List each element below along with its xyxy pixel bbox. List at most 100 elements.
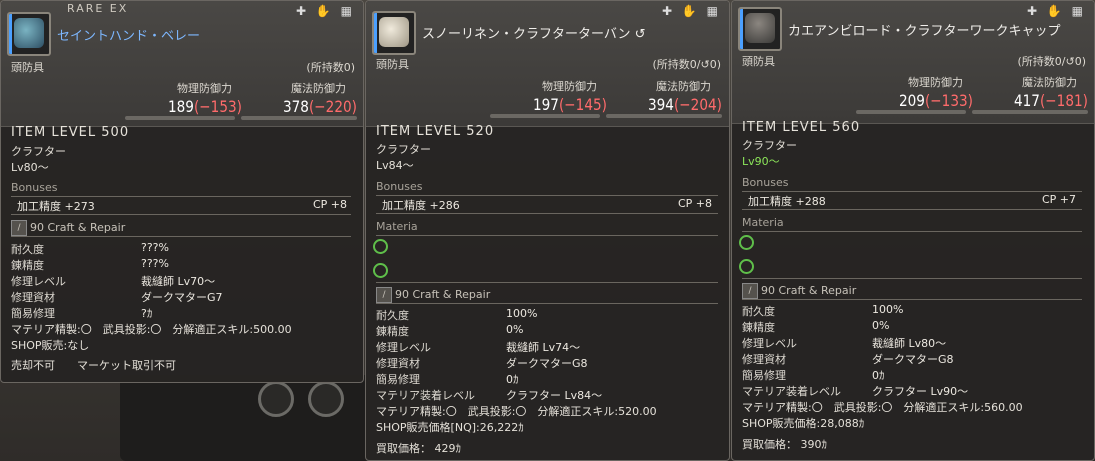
needle-icon: / (11, 220, 27, 236)
quick-repair-label: 簡易修理 (742, 369, 786, 382)
item-icon (7, 12, 51, 56)
materia-slot-icon[interactable] (373, 239, 388, 254)
materia-level-label: マテリア装着レベル (742, 385, 841, 398)
materia-level-label: マテリア装着レベル (376, 389, 475, 402)
job-label: クラフター (376, 143, 431, 156)
repair-material-value: ダークマターG7 (141, 291, 223, 304)
shop-price: SHOP販売価格[NQ]:26,222ｶ (376, 421, 524, 434)
quick-repair-label: 簡易修理 (11, 307, 55, 320)
hotbar-slot-icon[interactable] (308, 381, 344, 417)
tooltip-header: ✚ ✋ ▦ カエアンビロード・クラフターワークキャップ 頭防具 (所持数0/↺0… (732, 1, 1094, 124)
materia-level-value: クラフター Lv84〜 (506, 389, 603, 402)
materia-slot-icon[interactable] (739, 235, 754, 250)
item-name: セイントハンド・ベレー (57, 29, 201, 44)
repair-material-label: 修理資材 (742, 353, 786, 366)
divider (742, 191, 1082, 192)
item-tooltip-1: RARE EX ✚ ✋ ▦ セイントハンド・ベレー 頭防具 (所持数0) 物理防… (0, 0, 364, 383)
materia-header: Materia (742, 216, 784, 229)
level-requirement: Lv84〜 (376, 159, 414, 172)
divider (11, 196, 351, 197)
bonuses-header: Bonuses (376, 180, 423, 193)
turban-icon (379, 17, 409, 47)
divider (376, 303, 718, 304)
repair-material-label: 修理資材 (376, 357, 420, 370)
physical-defense-bar (856, 110, 966, 114)
durability-label: 耐久度 (376, 309, 409, 322)
quick-repair-value: ?ｶ (141, 307, 153, 320)
extract-info: マテリア精製:〇 武具投影:〇 分解適正スキル:560.00 (742, 401, 1023, 414)
physical-defense-value: 189(−153) (168, 97, 242, 116)
item-tooltip-3: ✚ ✋ ▦ カエアンビロード・クラフターワークキャップ 頭防具 (所持数0/↺0… (731, 0, 1095, 461)
magic-defense-label: 魔法防御力 (1022, 76, 1077, 89)
hq-icon: ↺ (634, 27, 646, 42)
spiritbond-label: 錬精度 (11, 259, 44, 272)
bonus-cp: CP +8 (678, 197, 713, 210)
cap-icon (745, 13, 775, 43)
divider (742, 299, 1082, 300)
divider (742, 231, 1082, 232)
item-icon (738, 7, 782, 51)
beret-icon (14, 18, 44, 48)
repair-material-value: ダークマターG8 (506, 357, 588, 370)
item-name: スノーリネン・クラフターターバン ↺ (422, 27, 646, 42)
physical-defense-bar (490, 114, 600, 118)
materia-slot-icon[interactable] (373, 263, 388, 278)
physical-defense-value: 197(−145) (533, 95, 607, 114)
sell-price: 買取価格： 390ｶ (742, 438, 827, 451)
durability-value: 100% (872, 303, 904, 316)
craft-repair-header: /90 Craft & Repair (11, 220, 125, 236)
item-level: ITEM LEVEL 500 (11, 125, 130, 140)
durability-label: 耐久度 (11, 243, 44, 256)
physical-defense-label: 物理防御力 (542, 80, 597, 93)
needle-icon: / (742, 283, 758, 299)
hotbar-slot-icon[interactable] (258, 381, 294, 417)
quick-repair-value: 0ｶ (506, 373, 519, 386)
durability-label: 耐久度 (742, 305, 775, 318)
magic-defense-value: 417(−181) (1014, 91, 1088, 110)
magic-defense-bar (972, 110, 1088, 114)
durability-value: ???% (141, 241, 169, 254)
divider (742, 278, 1082, 279)
divider (376, 235, 718, 236)
owned-count: (所持数0) (306, 61, 355, 74)
craft-repair-header: /90 Craft & Repair (742, 283, 856, 299)
item-tooltip-2: ✚ ✋ ▦ スノーリネン・クラフターターバン ↺ 頭防具 (所持数0/↺0) 物… (365, 0, 730, 461)
tooltip-header-icons[interactable]: ✚ ✋ ▦ (662, 4, 721, 18)
magic-defense-bar (241, 116, 357, 120)
bonus-control: 加工精度 +288 (748, 195, 826, 208)
physical-defense-label: 物理防御力 (908, 76, 963, 89)
divider (376, 195, 718, 196)
quick-repair-label: 簡易修理 (376, 373, 420, 386)
spiritbond-value: 0% (872, 319, 890, 332)
level-requirement: Lv80〜 (11, 161, 49, 174)
divider (11, 214, 351, 215)
repair-level-value: 裁縫師 Lv70〜 (141, 275, 216, 288)
divider (742, 209, 1082, 210)
magic-defense-label: 魔法防御力 (656, 80, 711, 93)
item-icon (372, 11, 416, 55)
tooltip-header: RARE EX ✚ ✋ ▦ セイントハンド・ベレー 頭防具 (所持数0) 物理防… (1, 1, 363, 127)
repair-level-value: 裁縫師 Lv80〜 (872, 337, 947, 350)
shop-info: SHOP販売:なし (11, 339, 90, 352)
item-tags: RARE EX (67, 2, 129, 15)
tooltip-header-icons[interactable]: ✚ ✋ ▦ (296, 4, 355, 18)
physical-defense-bar (125, 116, 235, 120)
repair-level-label: 修理レベル (11, 275, 66, 288)
hq-icon: ↺ (1065, 55, 1075, 68)
needle-icon: / (376, 287, 392, 303)
item-slot: 頭防具 (376, 58, 409, 71)
materia-slot-icon[interactable] (739, 259, 754, 274)
materia-header: Materia (376, 220, 418, 233)
job-label: クラフター (742, 139, 797, 152)
spiritbond-label: 錬精度 (742, 321, 775, 334)
divider (376, 282, 718, 283)
magic-defense-bar (606, 114, 722, 118)
magic-defense-label: 魔法防御力 (291, 82, 346, 95)
bonus-cp: CP +8 (313, 198, 348, 211)
bonus-control: 加工精度 +273 (17, 200, 95, 213)
bonus-cp: CP +7 (1042, 193, 1077, 206)
extract-info: マテリア精製:〇 武具投影:〇 分解適正スキル:500.00 (11, 323, 292, 336)
item-level: ITEM LEVEL 560 (742, 120, 861, 135)
tooltip-header-icons[interactable]: ✚ ✋ ▦ (1027, 4, 1086, 18)
durability-value: 100% (506, 307, 538, 320)
